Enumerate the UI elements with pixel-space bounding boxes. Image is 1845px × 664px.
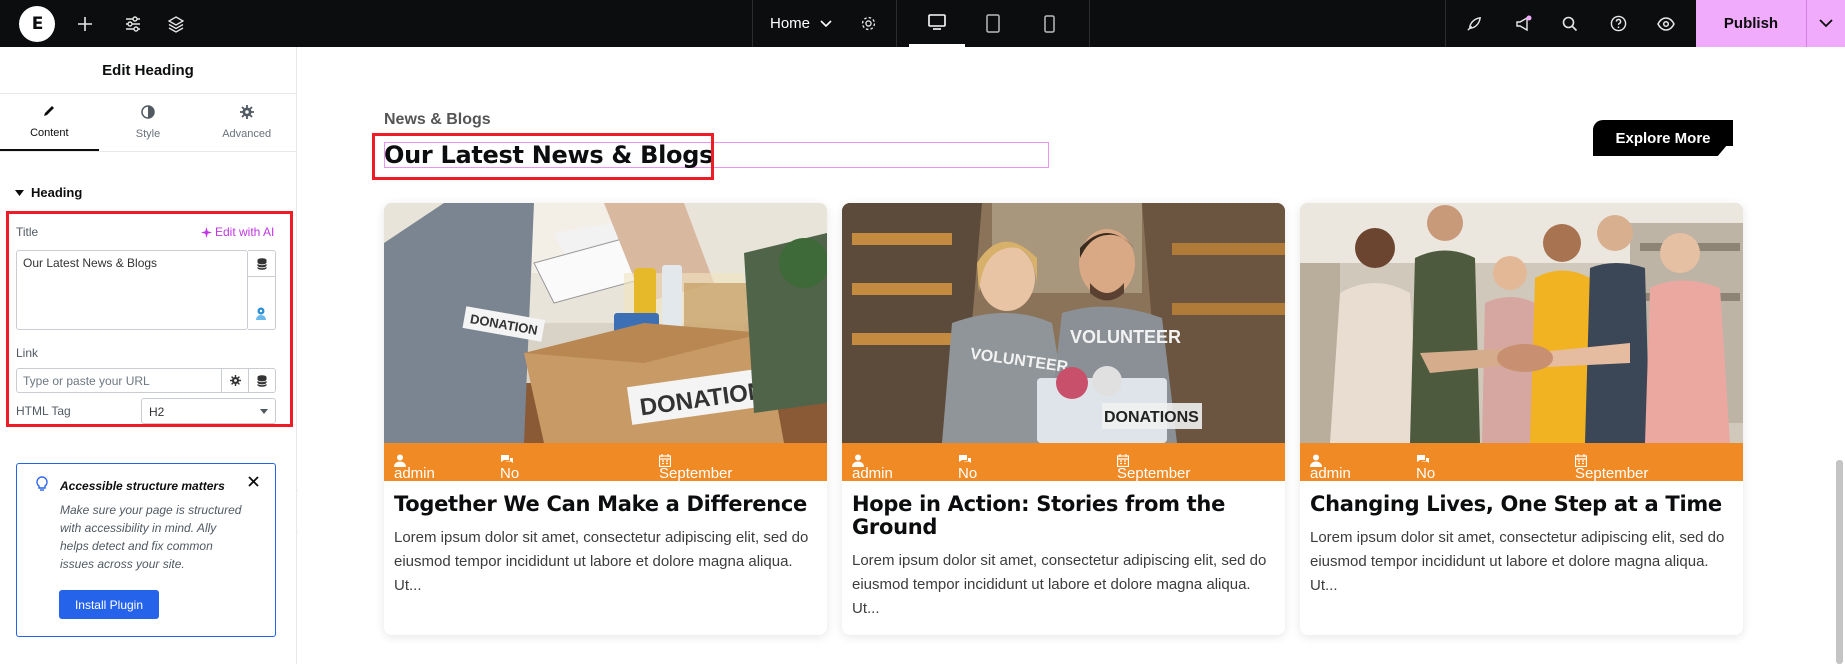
tab-style-label: Style [135,128,161,140]
section-heading-label: Heading [31,185,83,200]
section-heading-toggle[interactable]: Heading [15,185,82,200]
edit-with-ai-label: Edit with AI [215,225,275,239]
dynamic-tags-database-icon[interactable] [248,251,275,277]
post-meta-bar: admin No Comments September 15, 2025 [842,443,1285,499]
toolbar-divider [1445,0,1446,47]
post-date: September 15, 2025 [659,454,732,499]
edit-panel: Edit Heading Content Style Advanced Head… [0,47,297,664]
blog-card[interactable]: admin No Comments September 15, 2025 Cha… [1300,203,1743,635]
blog-card[interactable]: DONATION DONATION admin No Comments Sept… [384,203,827,635]
post-comments[interactable]: No Comments [958,454,1031,499]
highlight-box [372,133,714,180]
explore-more-button[interactable]: Explore More [1593,120,1733,156]
tab-content-label: Content [30,127,69,139]
title-label: Title [16,225,39,239]
notice-body: Make sure your page is structured with a… [60,503,242,571]
add-element-icon[interactable] [70,0,100,47]
post-author-name: admin [1310,465,1351,482]
elementor-logo[interactable]: E [19,6,55,42]
post-excerpt: Lorem ipsum dolor sit amet, consectetur … [394,529,809,594]
blog-card-image-volunteers: VOLUNTEER VOLUNTEER DONATIONS [842,203,1285,443]
image-label-volunteer-2: VOLUNTEER [1070,327,1181,347]
settings-sliders-icon[interactable] [118,0,148,47]
link-label: Link [16,346,39,360]
tab-advanced[interactable]: Advanced [197,94,296,151]
html-tag-label: HTML Tag [16,404,71,418]
page-settings-gear-icon[interactable] [853,0,883,47]
ai-assistant-icon[interactable] [253,305,269,324]
page-selector[interactable]: Home [770,0,832,47]
layers-icon[interactable] [161,0,191,47]
desktop-view-button[interactable] [909,0,965,47]
close-icon[interactable] [248,474,259,492]
panel-tabs: Content Style Advanced [0,94,296,152]
post-meta-bar: admin No Comments September 15, 2025 [1300,443,1743,499]
post-author-name: admin [852,465,893,482]
tablet-view-button[interactable] [965,0,1021,47]
notice-title: Accessible structure matters [60,479,225,493]
title-textarea[interactable]: Our Latest News & Blogs [16,250,248,330]
tab-style[interactable]: Style [99,94,198,151]
post-excerpt: Lorem ipsum dolor sit amet, consectetur … [1310,529,1725,594]
url-input[interactable]: Type or paste your URL [16,368,222,393]
help-icon[interactable] [1603,0,1633,47]
post-comments[interactable]: No Comments [1416,454,1489,499]
blog-card[interactable]: VOLUNTEER VOLUNTEER DONATIONS admin No C… [842,203,1285,635]
chevron-down-icon [1819,19,1833,28]
half-circle-icon [141,105,155,123]
desktop-icon [928,14,946,30]
notifications-megaphone-icon[interactable] [1508,0,1538,47]
rocket-icon[interactable] [1459,0,1489,47]
html-tag-value: H2 [149,405,165,419]
post-author-name: admin [394,465,435,482]
preview-eye-icon[interactable] [1651,0,1681,47]
post-title[interactable]: Changing Lives, One Step at a Time [1310,493,1735,516]
lightbulb-icon [35,476,49,495]
html-tag-select[interactable]: H2 [141,398,276,424]
mobile-view-button[interactable] [1021,0,1077,47]
link-dynamic-database-icon[interactable] [249,368,276,393]
sparkle-icon [201,226,212,238]
toolbar-divider [752,0,753,47]
post-meta-bar: admin No Comments September 15, 2025 [384,443,827,499]
post-title[interactable]: Hope in Action: Stories from the Ground [852,493,1277,539]
chevron-down-icon [820,19,832,27]
section-eyebrow: News & Blogs [384,111,491,128]
edit-with-ai-link[interactable]: Edit with AI [201,225,274,239]
gear-icon [239,105,254,123]
post-author[interactable]: admin [852,454,893,482]
post-date: September 15, 2025 [1575,454,1648,499]
link-options-gear-icon[interactable] [222,368,249,393]
panel-title: Edit Heading [0,47,296,94]
tab-advanced-label: Advanced [222,128,272,140]
tab-content[interactable]: Content [0,94,99,151]
search-icon[interactable] [1555,0,1585,47]
publish-options-button[interactable] [1807,0,1845,47]
tablet-icon [986,14,1000,33]
toolbar-divider [1089,0,1090,47]
toolbar-divider [896,0,897,47]
image-label-donations: DONATIONS [1104,409,1199,426]
post-comments[interactable]: No Comments [500,454,573,499]
page-selector-label: Home [770,15,811,32]
mobile-icon [1043,14,1055,33]
caret-down-icon [15,189,24,196]
post-date: September 15, 2025 [1117,454,1190,499]
post-title[interactable]: Together We Can Make a Difference [394,493,819,516]
blog-card-image-team-hands [1300,203,1743,443]
publish-button[interactable]: Publish [1696,0,1806,47]
post-author[interactable]: admin [394,454,435,482]
select-caret-icon [260,409,268,414]
title-field-actions [248,250,276,330]
install-plugin-button[interactable]: Install Plugin [59,590,159,619]
canvas-scrollbar[interactable] [1836,460,1843,664]
post-author[interactable]: admin [1310,454,1351,482]
post-excerpt: Lorem ipsum dolor sit amet, consectetur … [852,552,1267,617]
editor-top-bar: E Home Publish [0,0,1845,47]
pencil-icon [42,104,56,122]
accessibility-notice: Accessible structure matters Make sure y… [16,463,276,637]
blog-card-image-donation-box: DONATION DONATION [384,203,827,443]
